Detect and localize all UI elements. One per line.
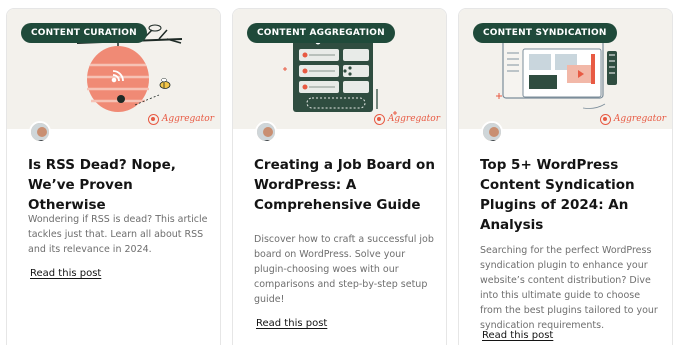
post-thumbnail[interactable]: CONTENT AGGREGATION Aggregator: [233, 9, 446, 129]
read-this-post-link[interactable]: Read this post: [30, 268, 101, 279]
category-tag[interactable]: CONTENT SYNDICATION: [473, 23, 617, 43]
author-avatar[interactable]: [255, 121, 277, 143]
author-avatar[interactable]: [481, 121, 503, 143]
aggregator-logo: Aggregator: [147, 114, 214, 125]
read-this-post-link[interactable]: Read this post: [482, 330, 553, 341]
post-card[interactable]: CONTENT CURATION Aggregator Is RSS Dead?…: [6, 8, 221, 345]
author-avatar[interactable]: [29, 121, 51, 143]
aggregator-logo: Aggregator: [599, 114, 666, 125]
brand-name: Aggregator: [613, 114, 666, 124]
post-thumbnail[interactable]: CONTENT SYNDICATION Aggregator: [459, 9, 672, 129]
aggregator-logo: Aggregator: [373, 114, 440, 125]
post-excerpt: Searching for the perfect WordPress synd…: [480, 245, 658, 331]
aggregator-logo-icon: [147, 114, 159, 125]
category-tag[interactable]: CONTENT CURATION: [21, 23, 147, 43]
aggregator-logo-icon: [599, 114, 611, 125]
aggregator-logo-icon: [373, 114, 385, 125]
post-excerpt: Wondering if RSS is dead? This article t…: [28, 214, 208, 255]
post-title[interactable]: Top 5+ WordPress Content Syndication Plu…: [480, 155, 665, 235]
read-this-post-link[interactable]: Read this post: [256, 318, 327, 329]
bee-icon: [159, 77, 171, 89]
post-excerpt: Discover how to craft a successful job b…: [254, 234, 434, 305]
post-thumbnail[interactable]: CONTENT CURATION Aggregator: [7, 9, 220, 129]
post-card[interactable]: CONTENT SYNDICATION Aggregator Top 5+ Wo…: [458, 8, 673, 345]
brand-name: Aggregator: [387, 114, 440, 124]
post-title[interactable]: Is RSS Dead? Nope, We’ve Proven Otherwis…: [28, 155, 213, 215]
category-tag[interactable]: CONTENT AGGREGATION: [247, 23, 395, 43]
brand-name: Aggregator: [161, 114, 214, 124]
post-card[interactable]: CONTENT AGGREGATION Aggregator Creating …: [232, 8, 447, 345]
post-title[interactable]: Creating a Job Board on WordPress: A Com…: [254, 155, 439, 215]
